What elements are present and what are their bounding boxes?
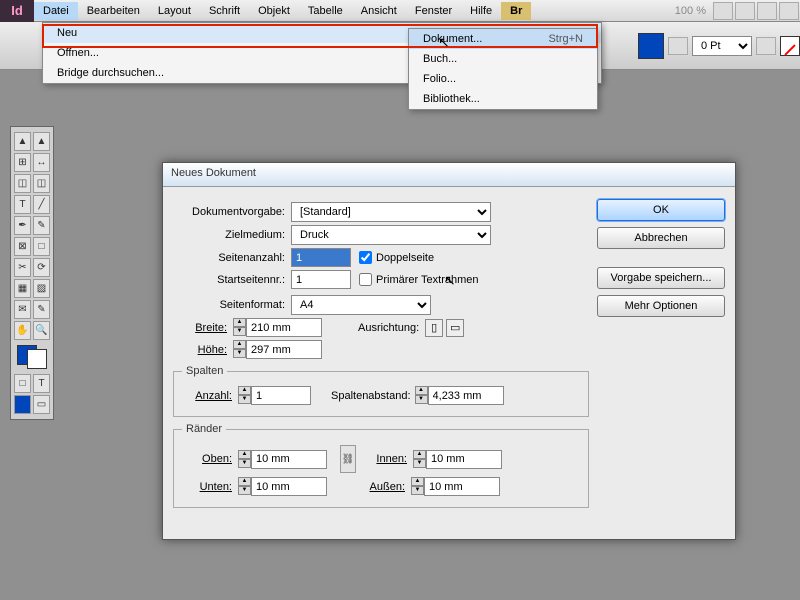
line-tool[interactable]: ╱ [33,195,50,214]
legend-raender: Ränder [182,423,226,435]
select-vorgabe[interactable]: [Standard] [291,202,491,222]
frame-tool[interactable]: ⊠ [14,237,31,256]
label-unten: Unten: [182,481,238,493]
input-start[interactable] [291,270,351,289]
label-anzahl: Anzahl: [182,390,238,402]
menubar: Id Datei Bearbeiten Layout Schrift Objek… [0,0,800,22]
dialog-title: Neues Dokument [163,163,735,187]
fieldset-raender: Ränder Oben: ▲▼ ⛓ Innen: ▲▼ Unten: ▲▼ Au… [173,423,589,508]
gradient-tool[interactable]: ▦ [14,279,31,298]
color-mode[interactable] [14,395,31,414]
checkbox-doppelseite[interactable]: Doppelseite [359,251,434,264]
cancel-button[interactable]: Abbrechen [597,227,725,249]
rect-tool[interactable]: □ [33,237,50,256]
apply-color[interactable]: □ [14,374,31,393]
gap-tool[interactable]: ↔ [33,153,50,172]
orientation-landscape[interactable]: ▭ [446,319,464,337]
stroke-style-icon[interactable] [756,37,776,55]
input-seiten[interactable] [291,248,351,267]
fill-swatch[interactable] [638,33,664,59]
none-swatch[interactable] [780,36,800,56]
neu-submenu: Dokument... Strg+N Buch... Folio... Bibl… [408,28,598,110]
fieldset-spalten: Spalten Anzahl: ▲▼ Spaltenabstand: ▲▼ [173,365,589,417]
bridge-icon[interactable]: Br [501,2,531,20]
selection-tool[interactable]: ▲ [14,132,31,151]
label-hoehe: Höhe: [173,344,233,356]
screen-mode[interactable]: ▭ [33,395,50,414]
arrange-icon[interactable] [757,2,777,20]
input-breite[interactable] [246,318,322,337]
input-anzahl[interactable] [251,386,311,405]
orientation-portrait[interactable]: ▯ [425,319,443,337]
label-innen: Innen: [357,453,413,465]
input-hoehe[interactable] [246,340,322,359]
tool-panel: ▲▲ ⊞↔ ◫◫ T╱ ✒✎ ⊠□ ✂⟳ ▦▨ ✉✎ ✋🔍 □T ▭ [10,126,54,420]
submenu-dokument-shortcut: Strg+N [548,33,583,45]
direct-select-tool[interactable]: ▲ [33,132,50,151]
menu-ansicht[interactable]: Ansicht [352,2,406,20]
submenu-buch[interactable]: Buch... [409,49,597,69]
menu-objekt[interactable]: Objekt [249,2,299,20]
note-tool[interactable]: ✉ [14,300,31,319]
more-options-button[interactable]: Mehr Optionen [597,295,725,317]
select-format[interactable]: A4 [291,295,431,315]
label-seiten: Seitenanzahl: [173,252,291,264]
menu-fenster[interactable]: Fenster [406,2,461,20]
stroke-weight[interactable]: 0 Pt [692,36,752,56]
app-icon: Id [0,0,34,22]
label-breite: Breite: [173,322,233,334]
stroke-icon[interactable] [668,37,688,55]
view-mode-icon[interactable] [713,2,733,20]
label-vorgabe: Dokumentvorgabe: [173,206,291,218]
eyedropper-tool[interactable]: ✎ [33,300,50,319]
input-unten[interactable] [251,477,327,496]
label-format: Seitenformat: [173,299,291,311]
save-preset-button[interactable]: Vorgabe speichern... [597,267,725,289]
ok-button[interactable]: OK [597,199,725,221]
pen-tool[interactable]: ✒ [14,216,31,235]
workspace-icon[interactable] [779,2,799,20]
menu-datei[interactable]: Datei [34,2,78,20]
label-ziel: Zielmedium: [173,229,291,241]
pencil-tool[interactable]: ✎ [33,216,50,235]
screen-mode-icon[interactable] [735,2,755,20]
input-abstand[interactable] [428,386,504,405]
zoom-level[interactable]: 100 % [669,5,712,17]
content-tool2[interactable]: ◫ [33,174,50,193]
input-aussen[interactable] [424,477,500,496]
select-ziel[interactable]: Druck [291,225,491,245]
menu-bearbeiten[interactable]: Bearbeiten [78,2,149,20]
page-tool[interactable]: ⊞ [14,153,31,172]
input-oben[interactable] [251,450,327,469]
label-start: Startseitennr.: [173,274,291,286]
submenu-dokument[interactable]: Dokument... Strg+N [409,29,597,49]
input-innen[interactable] [426,450,502,469]
menu-hilfe[interactable]: Hilfe [461,2,501,20]
legend-spalten: Spalten [182,365,227,377]
content-tool[interactable]: ◫ [14,174,31,193]
label-oben: Oben: [182,453,238,465]
fill-stroke-swatch[interactable] [17,345,47,369]
hand-tool[interactable]: ✋ [14,321,31,340]
menu-schrift[interactable]: Schrift [200,2,249,20]
transform-tool[interactable]: ⟳ [33,258,50,277]
submenu-dokument-label: Dokument... [423,33,548,45]
submenu-folio[interactable]: Folio... [409,69,597,89]
label-aussen: Außen: [355,481,411,493]
gradient-feather-tool[interactable]: ▨ [33,279,50,298]
scissors-tool[interactable]: ✂ [14,258,31,277]
type-tool[interactable]: T [14,195,31,214]
link-margins-icon[interactable]: ⛓ [340,445,356,473]
label-abstand: Spaltenabstand: [331,390,411,402]
checkbox-primar[interactable]: Primärer Textrahmen [359,273,479,286]
zoom-tool[interactable]: 🔍 [33,321,50,340]
apply-text[interactable]: T [33,374,50,393]
new-document-dialog: Neues Dokument Dokumentvorgabe: [Standar… [162,162,736,540]
submenu-bibliothek[interactable]: Bibliothek... [409,89,597,109]
label-ausrichtung: Ausrichtung: [358,322,419,334]
menu-tabelle[interactable]: Tabelle [299,2,352,20]
menu-layout[interactable]: Layout [149,2,200,20]
